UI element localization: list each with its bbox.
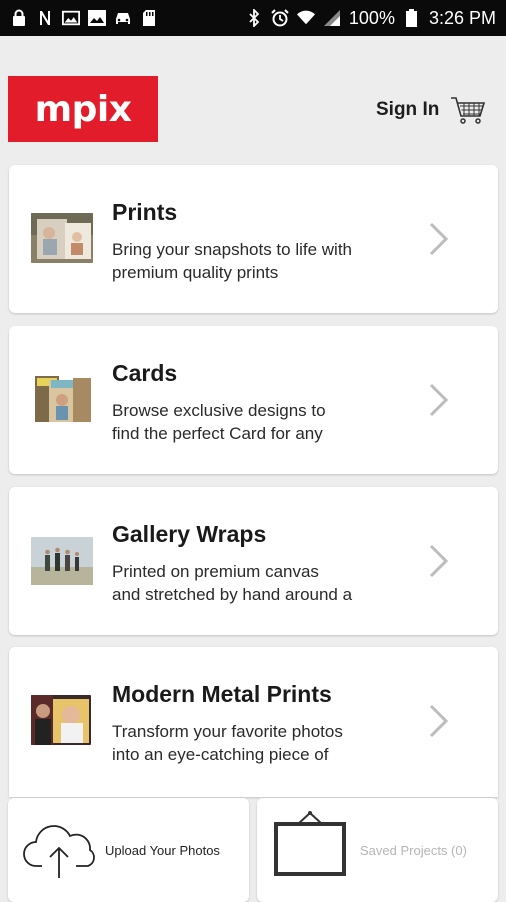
chevron-right-icon xyxy=(429,544,449,578)
product-card-cards[interactable]: Cards Browse exclusive designs to find t… xyxy=(9,326,498,474)
status-time: 3:26 PM xyxy=(428,7,496,28)
picture-frame-icon xyxy=(274,811,346,876)
saved-projects-label: Saved Projects (0) xyxy=(360,843,467,858)
prints-title: Prints xyxy=(112,199,178,225)
upload-photos-label: Upload Your Photos xyxy=(105,843,220,858)
signal-icon xyxy=(323,9,341,27)
product-card-gallery-wraps[interactable]: Gallery Wraps Printed on premium canvas … xyxy=(9,487,498,635)
alarm-icon xyxy=(271,9,289,27)
cards-description: Browse exclusive designs to find the per… xyxy=(112,401,326,443)
metal-prints-description: Transform your favorite photos into an e… xyxy=(112,722,343,764)
bluetooth-icon xyxy=(245,9,263,27)
status-bar-right: 100% 3:26 PM xyxy=(245,8,496,29)
lock-icon xyxy=(10,9,28,27)
product-card-prints[interactable]: Prints Bring your snapshots to life with… xyxy=(9,165,498,313)
metal-prints-title: Modern Metal Prints xyxy=(112,681,332,707)
car-icon xyxy=(114,9,132,27)
chevron-right-icon xyxy=(429,704,449,738)
battery-percent: 100% xyxy=(348,7,395,28)
wifi-icon xyxy=(296,9,315,27)
cart-icon[interactable] xyxy=(450,95,486,125)
n-icon xyxy=(36,9,54,27)
chevron-right-icon xyxy=(429,383,449,417)
cards-title: Cards xyxy=(112,360,178,386)
prints-thumbnail xyxy=(31,213,93,263)
gallery-wraps-title: Gallery Wraps xyxy=(112,521,267,547)
image-icon xyxy=(62,9,80,27)
prints-description: Bring your snapshots to life with premiu… xyxy=(112,240,353,282)
cloud-upload-icon xyxy=(23,825,95,878)
status-bar-left xyxy=(10,9,158,27)
status-bar: 100% 3:26 PM xyxy=(0,0,506,36)
mpix-logo[interactable]: mpix xyxy=(8,76,158,142)
product-card-modern-metal-prints[interactable]: Modern Metal Prints Transform your favor… xyxy=(9,647,498,797)
sd-card-icon xyxy=(140,9,158,27)
cards-thumbnail xyxy=(31,374,93,424)
sign-in-button[interactable]: Sign In xyxy=(376,99,439,121)
upload-photos-button[interactable]: Upload Your Photos xyxy=(8,798,249,902)
gallery-wraps-description: Printed on premium canvas and stretched … xyxy=(112,562,353,604)
photo-icon xyxy=(88,9,106,27)
chevron-right-icon xyxy=(429,222,449,256)
logo-text: mpix xyxy=(34,88,132,130)
metal-prints-thumbnail xyxy=(31,695,91,745)
battery-icon xyxy=(403,9,421,27)
gallery-wraps-thumbnail xyxy=(31,537,93,587)
saved-projects-button[interactable]: Saved Projects (0) xyxy=(257,798,498,902)
